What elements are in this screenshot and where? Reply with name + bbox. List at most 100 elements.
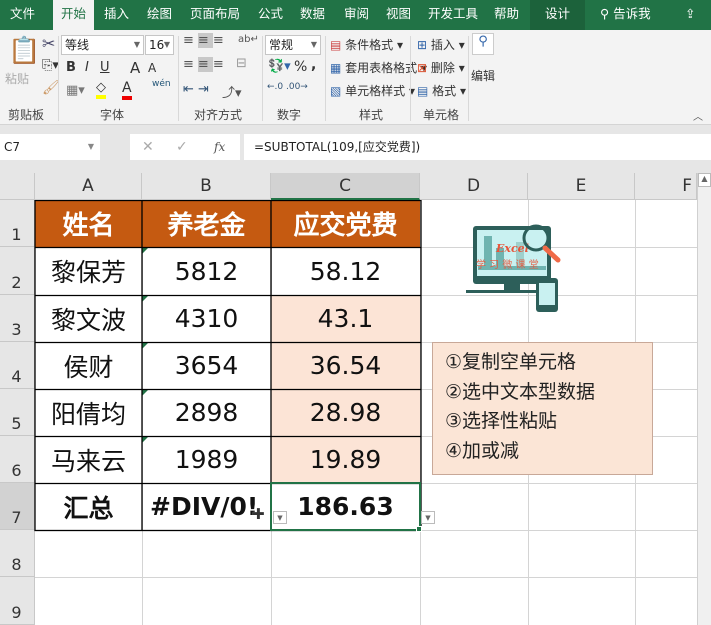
percent-button[interactable]: % [294, 59, 307, 75]
row-header-5[interactable]: 5 [0, 389, 35, 436]
tab-review[interactable]: 审阅 [344, 0, 369, 30]
cancel-icon[interactable]: ✕ [142, 134, 154, 160]
step-2: ②选中文本型数据 [445, 380, 596, 403]
tab-data[interactable]: 数据 [300, 0, 325, 30]
tab-formulas[interactable]: 公式 [258, 0, 283, 30]
column-header-d[interactable]: D [420, 173, 528, 200]
row-header-8[interactable]: 8 [0, 530, 35, 577]
row-header-1[interactable]: 1 [0, 200, 35, 247]
tab-view[interactable]: 视图 [386, 0, 411, 30]
delete-cells-button[interactable]: ⊠ 删除 ▾ [417, 59, 465, 76]
orientation-icon[interactable]: ⤴▾ [222, 82, 242, 101]
column-header-b[interactable]: B [142, 173, 271, 200]
font-name-select[interactable]: 等线 ▼ [61, 35, 144, 55]
row-header-4[interactable]: 4 [0, 342, 35, 389]
currency-icon[interactable]: 💱▾ [268, 59, 291, 74]
name-box[interactable]: C7 ▼ [0, 134, 100, 160]
tab-help[interactable]: 帮助 [494, 0, 519, 30]
formula-buttons: ✕ ✓ fx [130, 134, 240, 160]
decimal-icons[interactable]: ←.0 .00→ [267, 82, 308, 92]
number-group-label: 数字 [277, 108, 302, 122]
tell-me[interactable]: ⚲ 告诉我 [600, 0, 651, 30]
find-icon[interactable]: ⚲ [472, 33, 494, 55]
row-header-7[interactable]: 7 [0, 483, 35, 530]
comma-button[interactable]: , [311, 57, 316, 73]
fill-handle[interactable] [416, 526, 422, 532]
editing-button[interactable]: 编辑 [471, 67, 495, 84]
row-header-9[interactable]: 9 [0, 577, 35, 625]
cell-styles-icon: ▧ [330, 84, 342, 98]
insert-cells-icon: ⊞ [417, 38, 428, 52]
insert-function-button[interactable]: fx [214, 134, 225, 160]
formula-bar-area: C7 ▼ ✕ ✓ fx =SUBTOTAL(109,[应交党费]) [0, 125, 711, 173]
cut-icon[interactable]: ✂ [42, 34, 55, 53]
format-cells-button[interactable]: ▤ 格式 ▾ [417, 82, 466, 99]
selected-cell-c7 [270, 482, 421, 531]
paste-icon[interactable]: 📋 [8, 36, 40, 66]
scroll-up-icon[interactable]: ▲ [698, 173, 711, 187]
copy-icon[interactable]: ⎘▾ [42, 58, 59, 73]
tab-design[interactable]: 设计 [530, 0, 586, 30]
delete-cells-icon: ⊠ [417, 61, 428, 75]
styles-group-label: 样式 [359, 108, 384, 122]
phonetic-button[interactable]: wén [152, 79, 171, 89]
collapse-ribbon-icon[interactable]: ︿ [693, 108, 703, 123]
horizontal-align-icons[interactable]: ≡≡≡ [183, 57, 228, 72]
font-group-label: 字体 [100, 108, 125, 122]
step-1: ①复制空单元格 [445, 351, 577, 373]
svg-text:Excel: Excel [495, 242, 529, 255]
grow-font-button[interactable]: A [130, 59, 140, 77]
cursor-cross-icon: ✚ [252, 505, 265, 523]
row-header-3[interactable]: 3 [0, 295, 35, 342]
font-size-select[interactable]: 16 ▼ [145, 35, 174, 55]
cell-styles-button[interactable]: ▧ 单元格样式 ▾ [330, 82, 415, 99]
conditional-format-icon: ▤ [330, 38, 342, 52]
bold-button[interactable]: B [66, 60, 76, 75]
steps-note-box[interactable]: ①复制空单元格 ②选中文本型数据 ③选择性粘贴 ④加或减 [432, 342, 653, 475]
format-as-table-button[interactable]: ▦ 套用表格格式 ▾ [330, 59, 427, 76]
font-color-button[interactable]: A [122, 80, 132, 100]
filter-dropdown-icon[interactable]: ▼ [273, 511, 287, 524]
ribbon: 📋 粘贴 ✂ ⎘▾ 🖌 剪贴板 等线 ▼ 16 ▼ B I U A A ▦▾ ◇ A… [0, 30, 711, 125]
search-icon: ⚲ [600, 6, 614, 21]
insert-cells-button[interactable]: ⊞ 插入 ▾ [417, 36, 465, 53]
column-header-e[interactable]: E [528, 173, 635, 200]
vertical-align-icons[interactable]: ≡≡≡ [183, 33, 228, 48]
enter-icon[interactable]: ✓ [176, 134, 188, 160]
step-4: ④加或减 [445, 439, 520, 462]
paste-button[interactable]: 粘贴 [5, 70, 29, 87]
indent-icons[interactable]: ⇤ ⇥ [183, 82, 209, 97]
ribbon-tabs: 文件 开始 插入 绘图 页面布局 公式 数据 审阅 视图 开发工具 帮助 设计 … [0, 0, 711, 30]
column-header-f[interactable]: F [635, 173, 697, 200]
share-icon[interactable]: ⇪ [685, 0, 695, 30]
formula-input[interactable]: =SUBTOTAL(109,[应交党费]) [244, 134, 711, 160]
tab-insert[interactable]: 插入 [104, 0, 129, 30]
clipboard-group-label: 剪贴板 [8, 108, 45, 122]
wrap-text-icon[interactable]: ab↵ [238, 34, 259, 45]
select-all-button[interactable] [0, 173, 35, 200]
table-icon: ▦ [330, 61, 342, 75]
tab-draw[interactable]: 绘图 [147, 0, 172, 30]
tab-file[interactable]: 文件 [10, 0, 35, 30]
merge-icon[interactable]: ⊟ [236, 56, 247, 71]
total-dropdown-icon[interactable]: ▼ [421, 511, 435, 524]
tab-page-layout[interactable]: 页面布局 [190, 0, 240, 30]
tab-home[interactable]: 开始 [53, 0, 95, 30]
underline-button[interactable]: U [100, 60, 110, 75]
column-header-a[interactable]: A [35, 173, 142, 200]
excel-course-logo: Excel 学 习 微 课 堂 [466, 224, 561, 312]
row-header-2[interactable]: 2 [0, 247, 35, 295]
fill-color-icon[interactable]: ◇ [96, 80, 106, 99]
conditional-format-button[interactable]: ▤ 条件格式 ▾ [330, 36, 403, 53]
column-header-c[interactable]: C [271, 173, 420, 200]
vertical-scrollbar[interactable]: ▲ [697, 173, 711, 625]
border-icon[interactable]: ▦▾ [66, 83, 85, 98]
svg-text:学 习 微 课 堂: 学 习 微 课 堂 [476, 258, 539, 271]
row-header-6[interactable]: 6 [0, 436, 35, 483]
shrink-font-button[interactable]: A [148, 61, 156, 75]
italic-button[interactable]: I [85, 60, 89, 75]
cells-group-label: 单元格 [423, 108, 460, 122]
format-cells-icon: ▤ [417, 84, 429, 98]
tab-developer[interactable]: 开发工具 [428, 0, 478, 30]
number-format-select[interactable]: 常规 ▼ [265, 35, 321, 55]
